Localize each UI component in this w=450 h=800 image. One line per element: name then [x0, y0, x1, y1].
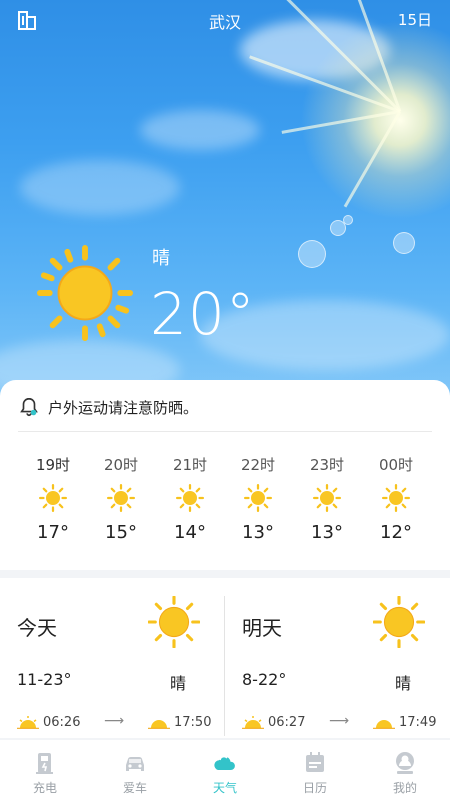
hour-temp: 17° — [37, 522, 69, 543]
day-condition: 晴 — [170, 674, 187, 693]
sunset-icon — [148, 720, 170, 729]
calendar-icon — [306, 752, 324, 772]
top-bar: 武汉 15日 — [0, 0, 450, 40]
sunset-time: 17:50 — [174, 714, 212, 730]
day-temp-range: 8-22° — [242, 670, 287, 689]
current-temperature: 20° — [150, 280, 256, 348]
nav-item-weather[interactable]: 天气 — [180, 750, 270, 796]
nav-item-charging[interactable]: 充电 — [0, 750, 90, 796]
sun-icon — [107, 484, 135, 512]
hour-temp: 15° — [105, 522, 137, 543]
sun-icon — [36, 244, 134, 342]
bottom-nav: 充电 爱车 天气 日历 我的 — [0, 740, 450, 800]
arrow-right-icon: ⟶ — [104, 713, 125, 729]
day-card-tomorrow[interactable]: 明天 8-22° 晴 06:27 ⟶ 17:49 — [225, 578, 450, 738]
sunset: 17:49 — [373, 714, 436, 730]
nav-item-car[interactable]: 爱车 — [90, 750, 180, 796]
nav-item-calendar[interactable]: 日历 — [270, 750, 360, 796]
sunset: 17:50 — [148, 714, 211, 730]
sunrise-icon — [17, 716, 39, 729]
sun-icon — [373, 596, 425, 648]
sun-icon — [176, 484, 204, 512]
sunrise: 06:27 — [242, 714, 305, 730]
day-temp-range: 11-23° — [17, 670, 72, 689]
hour-temp: 12° — [380, 522, 412, 543]
weather-notice: 户外运动请注意防晒。 — [18, 396, 198, 418]
daily-forecast: 今天 11-23° 晴 06:26 ⟶ 17:50 明天 8-22° 晴 06:… — [0, 578, 450, 738]
car-icon — [126, 757, 144, 771]
day-condition: 晴 — [395, 674, 412, 693]
cloud-decoration — [140, 110, 260, 150]
day-card-today[interactable]: 今天 11-23° 晴 06:26 ⟶ 17:50 — [0, 578, 225, 738]
hour-time: 23时 — [309, 456, 345, 474]
hour-item: 21时 14° — [155, 454, 225, 543]
nav-label: 爱车 — [122, 781, 147, 795]
sunset-time: 17:49 — [399, 714, 437, 730]
weather-icon — [214, 755, 235, 770]
sun-icon — [313, 484, 341, 512]
hour-item: 20时 15° — [86, 454, 156, 543]
charging-station-icon — [36, 753, 53, 774]
notice-text: 户外运动请注意防晒。 — [48, 398, 199, 417]
profile-icon — [396, 752, 414, 774]
hour-time: 19时 — [35, 456, 71, 474]
nav-item-profile[interactable]: 我的 — [360, 750, 450, 796]
sun-icon — [148, 596, 200, 648]
current-condition: 晴 — [152, 248, 170, 269]
sunrise-icon — [242, 716, 264, 729]
sunset-icon — [373, 720, 395, 729]
arrow-right-icon: ⟶ — [329, 713, 350, 729]
hour-time: 22时 — [240, 456, 276, 474]
hour-time: 00时 — [378, 456, 414, 474]
15-day-forecast-link[interactable]: 15日 — [398, 9, 432, 30]
hour-time: 21时 — [172, 456, 208, 474]
lens-flare — [298, 240, 326, 268]
sunrise-time: 06:27 — [268, 714, 306, 730]
day-name: 明天 — [242, 616, 282, 640]
hour-temp: 13° — [242, 522, 274, 543]
sun-icon — [244, 484, 272, 512]
hour-item: 23时 13° — [292, 454, 362, 543]
nav-label: 天气 — [212, 781, 237, 795]
hour-temp: 14° — [174, 522, 206, 543]
divider — [18, 431, 432, 432]
city-name[interactable]: 武汉 — [0, 9, 450, 33]
day-name: 今天 — [17, 616, 57, 640]
lens-flare — [393, 232, 415, 254]
lens-flare — [343, 215, 353, 225]
weather-header: 武汉 15日 晴 20° — [0, 0, 450, 410]
nav-label: 日历 — [302, 781, 327, 795]
nav-label: 充电 — [32, 781, 57, 795]
nav-label: 我的 — [392, 781, 417, 795]
hour-item: 22时 13° — [223, 454, 293, 543]
hour-item: 19时 17° — [18, 454, 88, 543]
hour-time: 20时 — [103, 456, 139, 474]
hourly-forecast[interactable]: 19时 17° 20时 15° 21时 14° 22时 13° 23时 13° … — [18, 454, 450, 554]
sunrise: 06:26 — [17, 714, 80, 730]
hourly-card: 户外运动请注意防晒。 19时 17° 20时 15° 21时 14° 22时 1… — [0, 380, 450, 570]
hour-temp: 13° — [311, 522, 343, 543]
cloud-decoration — [20, 160, 180, 215]
sunrise-time: 06:26 — [43, 714, 81, 730]
sun-icon — [382, 484, 410, 512]
sun-icon — [39, 484, 67, 512]
bell-icon — [20, 397, 38, 417]
hour-item: 00时 12° — [361, 454, 431, 543]
